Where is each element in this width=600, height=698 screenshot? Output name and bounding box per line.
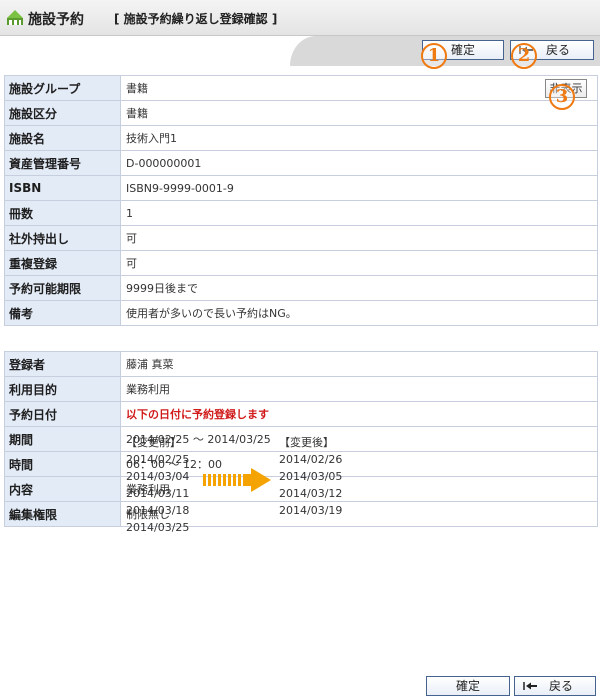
period-value: 2014/02/25 ～ 2014/03/25 xyxy=(120,426,598,452)
row-label: 冊数 xyxy=(4,200,121,226)
table-row: 内容 業務利用 xyxy=(4,476,598,502)
back-arrow-icon xyxy=(523,682,537,690)
row-value: 可 xyxy=(120,225,598,251)
table-row: 施設区分 書籍 xyxy=(4,100,598,126)
table-row: 期間 2014/02/25 ～ 2014/03/25 xyxy=(4,426,598,452)
table-row: 社外持出し 可 xyxy=(4,225,598,251)
table-row: 備考 使用者が多いので長い予約はNG。 xyxy=(4,300,598,326)
row-label: 施設区分 xyxy=(4,100,121,126)
row-label: 備考 xyxy=(4,300,121,326)
content-value: 業務利用 xyxy=(120,476,598,502)
row-label: ISBN xyxy=(4,175,121,201)
row-value: 9999日後まで xyxy=(120,275,598,301)
row-value: 可 xyxy=(120,250,598,276)
time-value: 06：00 ～ 12：00 xyxy=(120,451,598,477)
table-row: 予約可能期限 9999日後まで xyxy=(4,275,598,301)
row-value: 書籍 xyxy=(120,100,598,126)
row-label: 利用目的 xyxy=(4,376,121,402)
facility-icon xyxy=(7,10,23,25)
row-label: 施設名 xyxy=(4,125,121,151)
header-bar: 施設予約 [ 施設予約繰り返し登録確認 ] xyxy=(0,0,600,36)
callout-marker-1: 1 xyxy=(421,43,447,69)
table-row: 資産管理番号 D-000000001 xyxy=(4,150,598,176)
row-label: 重複登録 xyxy=(4,250,121,276)
row-label: 編集権限 xyxy=(4,501,121,527)
row-label: 予約日付 xyxy=(4,401,121,427)
table-row: 時間 06：00 ～ 12：00 xyxy=(4,451,598,477)
row-label: 施設グループ xyxy=(4,75,121,101)
row-value: ISBN9-9999-0001-9 xyxy=(120,175,598,201)
row-value: 使用者が多いので長い予約はNG。 xyxy=(120,300,598,326)
row-value: 1 xyxy=(120,200,598,226)
row-label: 内容 xyxy=(4,476,121,502)
confirm-button-bottom[interactable]: 確定 xyxy=(426,676,510,696)
purpose-value: 業務利用 xyxy=(120,376,598,402)
table-row: 予約日付 以下の日付に予約登録します 【変更前】 2014/02/25 2014… xyxy=(4,401,598,534)
table-row: 利用目的 業務利用 xyxy=(4,376,598,402)
confirm-button-label: 確定 xyxy=(455,679,480,693)
facility-info-table: 施設グループ 書籍 非表示 施設区分 書籍 施設名 技術入門1 資産管理番号 D… xyxy=(4,75,598,326)
back-button-label: 戻る xyxy=(545,43,570,57)
reservation-dates-cell: 以下の日付に予約登録します 【変更前】 2014/02/25 2014/03/0… xyxy=(120,401,598,534)
table-row: 重複登録 可 xyxy=(4,250,598,276)
table-row: 編集権限 制限無し xyxy=(4,501,598,527)
row-value: 書籍 xyxy=(126,82,148,95)
back-button-label: 戻る xyxy=(548,679,573,693)
confirm-button-label: 確定 xyxy=(450,43,475,57)
row-label: 登録者 xyxy=(4,351,121,377)
table-row: 登録者 藤浦 真菜 xyxy=(4,351,598,377)
callout-marker-2: 2 xyxy=(511,43,537,69)
row-label: 予約可能期限 xyxy=(4,275,121,301)
row-label: 社外持出し xyxy=(4,225,121,251)
table-row: ISBN ISBN9-9999-0001-9 xyxy=(4,175,598,201)
registrant-value: 藤浦 真菜 xyxy=(120,351,598,377)
table-row: 施設グループ 書籍 非表示 xyxy=(4,75,598,101)
date-notice: 以下の日付に予約登録します xyxy=(126,408,269,421)
reservation-info-table: 登録者 藤浦 真菜 利用目的 業務利用 予約日付 以下の日付に予約登録します 【… xyxy=(4,351,598,534)
row-label: 期間 xyxy=(4,426,121,452)
back-button-bottom[interactable]: 戻る xyxy=(514,676,596,696)
page-title: [ 施設予約繰り返し登録確認 ] xyxy=(114,12,278,26)
table-row: 冊数 1 xyxy=(4,200,598,226)
row-value: 技術入門1 xyxy=(120,125,598,151)
table-row: 施設名 技術入門1 xyxy=(4,125,598,151)
edit-permission-value: 制限無し xyxy=(120,501,598,527)
row-label: 時間 xyxy=(4,451,121,477)
app-title: 施設予約 xyxy=(28,12,84,28)
callout-marker-3: 3 xyxy=(549,84,575,110)
row-label: 資産管理番号 xyxy=(4,150,121,176)
row-value: D-000000001 xyxy=(120,150,598,176)
